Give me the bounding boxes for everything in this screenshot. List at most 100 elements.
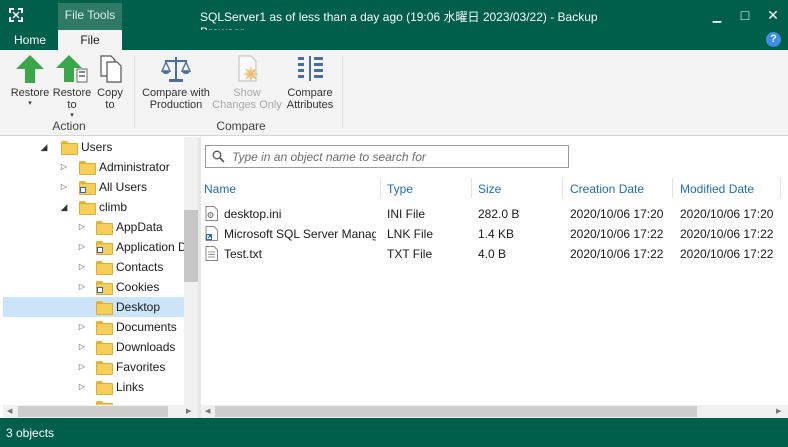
- compare-attributes-button[interactable]: Compare Attributes: [282, 54, 338, 111]
- tree-node-downloads[interactable]: ▷ Downloads: [3, 337, 184, 357]
- tree-node-contacts[interactable]: ▷ Contacts: [3, 257, 184, 277]
- collapsed-arrow-icon[interactable]: ▷: [59, 161, 69, 173]
- file-size: 4.0 B: [478, 247, 507, 261]
- folder-icon: [79, 201, 96, 215]
- tree-node-label: Desktop: [116, 300, 161, 314]
- scroll-right-icon[interactable]: ▶: [776, 407, 781, 417]
- collapsed-arrow-icon[interactable]: ▷: [77, 361, 87, 373]
- column-header-name[interactable]: Name: [204, 182, 236, 196]
- column-header-modified-date[interactable]: Modified Date: [680, 182, 754, 196]
- folder-tree: ◢ Users ▷ Administrator ▷ All Users ◢ cl…: [3, 137, 198, 418]
- file-size: 282.0 B: [478, 207, 520, 221]
- collapsed-arrow-icon[interactable]: ▷: [77, 221, 87, 233]
- expanded-arrow-icon[interactable]: ◢: [59, 201, 69, 213]
- close-button[interactable]: ✕: [762, 5, 784, 25]
- file-modified: 2020/10/06 17:22: [680, 247, 774, 261]
- tree-node-links[interactable]: ▷ Links: [3, 377, 184, 397]
- collapsed-arrow-icon[interactable]: ▷: [77, 341, 87, 353]
- tree-node-label: Application D: [116, 240, 187, 254]
- tree-node-all-users[interactable]: ▷ All Users: [3, 177, 184, 197]
- column-header-type[interactable]: Type: [387, 182, 413, 196]
- help-icon[interactable]: ?: [766, 32, 781, 47]
- column-divider[interactable]: [780, 178, 781, 198]
- file-row[interactable]: desktop.ini INI File 282.0 B 2020/10/06 …: [201, 204, 784, 224]
- tree-node-label: climb: [99, 200, 128, 214]
- column-header-creation-date[interactable]: Creation Date: [570, 182, 644, 196]
- minimize-button[interactable]: ▁: [706, 5, 728, 25]
- tree-node-application-data[interactable]: ▷ Application D: [3, 237, 187, 257]
- show-changes-label-line2: Changes Only: [212, 99, 282, 111]
- context-tab-file-tools: File Tools: [58, 3, 122, 30]
- tree-node-label: AppData: [116, 220, 163, 234]
- folder-shortcut-icon: [79, 181, 96, 195]
- file-created: 2020/10/06 17:22: [570, 247, 664, 261]
- scroll-left-icon[interactable]: ◀: [7, 407, 12, 417]
- scroll-right-icon[interactable]: ▶: [186, 407, 191, 417]
- search-box[interactable]: [205, 145, 569, 168]
- file-list-horizontal-scroll-thumb[interactable]: [215, 406, 697, 417]
- collapsed-arrow-icon[interactable]: ▷: [77, 261, 87, 273]
- tree-node-documents[interactable]: ▷ Documents: [3, 317, 184, 337]
- tree-node-administrator[interactable]: ▷ Administrator: [3, 157, 184, 177]
- tab-file[interactable]: File: [58, 30, 122, 50]
- tree-node-appdata[interactable]: ▷ AppData: [3, 217, 184, 237]
- tree-node-label: Cookies: [116, 280, 160, 294]
- scroll-left-icon[interactable]: ◀: [205, 407, 210, 417]
- tree-node-cookies[interactable]: ▷ Cookies: [3, 277, 184, 297]
- compare-attributes-icon: [298, 56, 323, 81]
- compare-production-label-line2: Production: [149, 99, 203, 111]
- file-type: TXT File: [387, 247, 433, 261]
- tree-node-climb[interactable]: ◢ climb: [3, 197, 184, 217]
- search-input[interactable]: [232, 149, 562, 165]
- compare-production-label-line1: Compare with: [142, 87, 210, 99]
- tab-home[interactable]: Home: [6, 30, 54, 50]
- file-name: Microsoft SQL Server Manage...: [224, 227, 376, 241]
- status-object-count: 3 objects: [6, 426, 55, 440]
- column-divider[interactable]: [672, 178, 673, 198]
- tree-node-users[interactable]: ◢ Users: [3, 137, 184, 157]
- collapsed-arrow-icon[interactable]: ▷: [77, 241, 87, 253]
- tree-node-favorites[interactable]: ▷ Favorites: [3, 357, 184, 377]
- copy-to-button[interactable]: Copy to: [93, 54, 127, 111]
- file-type: LNK File: [387, 227, 434, 241]
- folder-icon: [96, 321, 113, 335]
- collapsed-arrow-icon[interactable]: ▷: [77, 321, 87, 333]
- collapsed-arrow-icon[interactable]: ▷: [77, 381, 87, 393]
- show-changes-only-button[interactable]: Show Changes Only: [210, 54, 284, 111]
- column-divider[interactable]: [562, 178, 563, 198]
- restore-button[interactable]: Restore ▾: [8, 54, 52, 107]
- file-row[interactable]: Test.txt TXT File 4.0 B 2020/10/06 17:22…: [201, 244, 784, 264]
- file-created: 2020/10/06 17:20: [570, 207, 664, 221]
- collapsed-arrow-icon[interactable]: ▷: [59, 181, 69, 193]
- restore-to-label-line1: Restore: [52, 87, 92, 99]
- tree-node-label: Documents: [116, 320, 177, 334]
- folder-icon: [96, 261, 113, 275]
- restore-label: Restore: [10, 87, 50, 99]
- restore-to-icon: [56, 55, 88, 83]
- folder-shortcut-icon: [96, 241, 113, 255]
- maximize-button[interactable]: □: [734, 5, 756, 25]
- column-divider[interactable]: [471, 178, 472, 198]
- compare-with-production-button[interactable]: Compare with Production: [140, 54, 212, 111]
- restore-to-button[interactable]: Restore to ▾: [50, 54, 94, 119]
- tree-node-label: Favorites: [116, 360, 166, 374]
- group-label-compare: Compare: [216, 119, 266, 133]
- text-file-icon: [205, 246, 218, 261]
- file-name: desktop.ini: [224, 207, 282, 221]
- expanded-arrow-icon[interactable]: ◢: [39, 141, 49, 153]
- file-row[interactable]: Microsoft SQL Server Manage... LNK File …: [201, 224, 784, 244]
- column-divider[interactable]: [380, 178, 381, 198]
- collapsed-arrow-icon[interactable]: ▷: [77, 281, 87, 293]
- tree-vertical-scroll-thumb[interactable]: [184, 210, 198, 282]
- column-header-size[interactable]: Size: [478, 182, 501, 196]
- tree-horizontal-scroll-thumb[interactable]: [18, 406, 168, 417]
- dropdown-caret-icon: ▾: [70, 112, 74, 119]
- maximize-icon: □: [740, 7, 750, 23]
- file-size: 1.4 KB: [478, 227, 515, 241]
- tree-node-label: Downloads: [116, 340, 176, 354]
- restore-to-label-line2: to: [67, 99, 77, 111]
- ribbon: Restore ▾ Restore to ▾ Copy to Action Co…: [0, 50, 788, 136]
- folder-icon: [96, 301, 113, 315]
- file-list-pane: Name Type Size Creation Date Modified Da…: [201, 137, 788, 418]
- tree-node-desktop[interactable]: Desktop: [3, 297, 184, 317]
